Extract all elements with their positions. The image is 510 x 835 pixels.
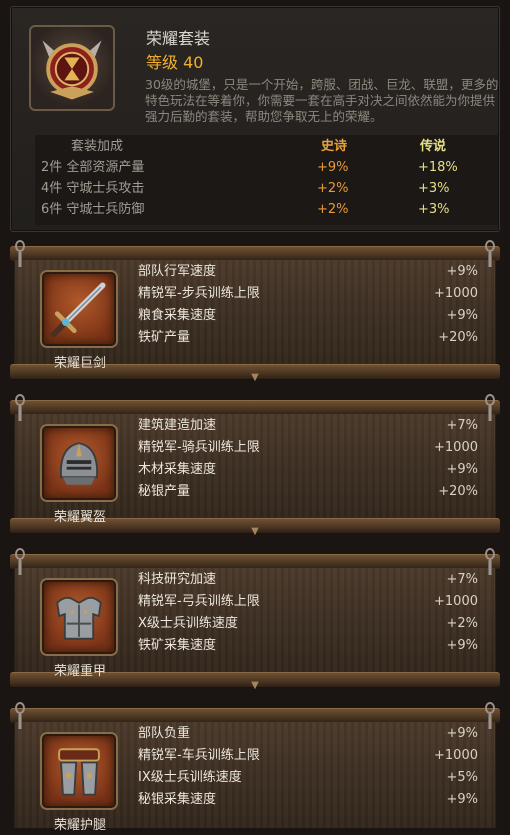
stat-name: X级士兵训练速度 <box>138 616 238 631</box>
equipment-card-greaves[interactable]: 荣耀护腿 部队负重 +9% 精锐军-车兵训练上限 +1000 IX级士兵训练速度… <box>10 702 500 835</box>
bonus-row: 2件 全部资源产量 +9% +18% <box>35 158 498 178</box>
stat-value: +9% <box>446 726 478 741</box>
stat-value: +20% <box>438 330 478 345</box>
stat-name: 秘银采集速度 <box>138 792 217 807</box>
stat-name: 粮食采集速度 <box>138 308 217 323</box>
stat-name: 秘银产量 <box>138 484 191 499</box>
stat-row: 部队负重 +9% <box>138 724 478 744</box>
item-name: 荣耀巨剑 <box>53 356 106 371</box>
chevron-down-icon: ▼ <box>251 372 259 383</box>
equipment-card-armor[interactable]: ▼ 荣耀重甲 科技研究加速 +7% 精锐军-弓兵训练上限 +1000 X级士兵训… <box>10 548 500 702</box>
stat-value: +9% <box>446 308 478 323</box>
item-name: 荣耀重甲 <box>53 664 106 679</box>
bonus-row-legendary: +3% <box>418 181 450 196</box>
stat-name: 铁矿采集速度 <box>138 638 217 653</box>
pin-icon <box>13 548 27 578</box>
stat-name: 部队行军速度 <box>138 264 217 279</box>
set-info-panel: 荣耀套装 等级 40 30级的城堡，只是一个开始，跨服、团战、巨龙、联盟，更多的… <box>10 6 500 232</box>
stat-row: 精锐军-骑兵训练上限 +1000 <box>138 438 478 458</box>
bonus-row-epic: +9% <box>317 160 349 175</box>
bonus-header-legendary: 传说 <box>420 139 447 154</box>
stat-value: +9% <box>446 462 478 477</box>
item-name: 荣耀护腿 <box>53 818 106 833</box>
pin-icon <box>483 548 497 578</box>
bonus-header-label: 套装加成 <box>71 139 124 154</box>
stat-row: 秘银采集速度 +9% <box>138 790 478 810</box>
stat-name: 精锐军-车兵训练上限 <box>138 748 260 763</box>
pin-icon <box>13 240 27 270</box>
helmet-icon[interactable] <box>42 426 116 500</box>
stat-row: 精锐军-步兵训练上限 +1000 <box>138 284 478 304</box>
greaves-icon[interactable] <box>42 734 116 808</box>
stat-value: +9% <box>446 638 478 653</box>
bonus-row-epic: +2% <box>317 181 349 196</box>
stat-row: 铁矿产量 +20% <box>138 328 478 348</box>
equipment-card-sword[interactable]: ▼ 荣耀巨剑 部队行军速度 +9% 精锐军-步兵训练上限 +1000 粮食采集速… <box>10 240 500 394</box>
stat-value: +1000 <box>434 748 478 763</box>
stat-value: +20% <box>438 484 478 499</box>
honor-emblem-icon <box>29 25 115 111</box>
stat-value: +1000 <box>434 440 478 455</box>
stat-row: 精锐军-车兵训练上限 +1000 <box>138 746 478 766</box>
pin-icon <box>13 702 27 732</box>
bonus-row-legendary: +3% <box>418 202 450 217</box>
stat-value: +9% <box>446 264 478 279</box>
stat-name: 精锐军-骑兵训练上限 <box>138 440 260 455</box>
bonus-row-legendary: +18% <box>418 160 458 175</box>
bonus-row: 4件 守城士兵攻击 +2% +3% <box>35 179 498 199</box>
armor-icon[interactable] <box>42 580 116 654</box>
stat-value: +5% <box>446 770 478 785</box>
stat-value: +9% <box>446 792 478 807</box>
pin-icon <box>13 394 27 424</box>
stat-row: 木材采集速度 +9% <box>138 460 478 480</box>
set-description: 30级的城堡，只是一个开始，跨服、团战、巨龙、联盟，更多的特色玩法在等着你，你需… <box>145 77 499 124</box>
stat-value: +7% <box>446 418 478 433</box>
set-bonus-table: 套装加成 史诗 传说 2件 全部资源产量 +9% +18% 4件 守城士兵攻击 … <box>35 135 498 225</box>
pin-icon <box>483 702 497 732</box>
set-title: 荣耀套装 <box>146 29 211 48</box>
bonus-header-epic: 史诗 <box>321 139 348 154</box>
bonus-row-label: 2件 全部资源产量 <box>41 160 145 175</box>
stat-value: +2% <box>446 616 478 631</box>
stat-name: 铁矿产量 <box>138 330 191 345</box>
stat-value: +1000 <box>434 594 478 609</box>
stat-row: 精锐军-弓兵训练上限 +1000 <box>138 592 478 612</box>
stat-name: 部队负重 <box>138 726 191 741</box>
bonus-row: 6件 守城士兵防御 +2% +3% <box>35 200 498 220</box>
stat-value: +1000 <box>434 286 478 301</box>
bonus-row-label: 4件 守城士兵攻击 <box>41 181 145 196</box>
stat-row: 铁矿采集速度 +9% <box>138 636 478 656</box>
stat-row: 秘银产量 +20% <box>138 482 478 502</box>
equipment-card-helmet[interactable]: ▼ 荣耀翼盔 建筑建造加速 +7% 精锐军-骑兵训练上限 +1000 木材采集速… <box>10 394 500 548</box>
chevron-down-icon: ▼ <box>251 680 259 691</box>
stat-name: 科技研究加速 <box>138 572 217 587</box>
pin-icon <box>483 240 497 270</box>
chevron-down-icon: ▼ <box>251 526 259 537</box>
stat-name: 木材采集速度 <box>138 462 217 477</box>
bonus-row-epic: +2% <box>317 202 349 217</box>
bonus-row-label: 6件 守城士兵防御 <box>41 202 145 217</box>
pin-icon <box>483 394 497 424</box>
stat-name: IX级士兵训练速度 <box>138 770 242 785</box>
stat-row: X级士兵训练速度 +2% <box>138 614 478 634</box>
stat-row: 建筑建造加速 +7% <box>138 416 478 436</box>
stat-name: 精锐军-弓兵训练上限 <box>138 594 260 609</box>
bonus-table-header: 套装加成 史诗 传说 <box>35 137 498 157</box>
stat-row: IX级士兵训练速度 +5% <box>138 768 478 788</box>
stat-row: 部队行军速度 +9% <box>138 262 478 282</box>
stat-row: 粮食采集速度 +9% <box>138 306 478 326</box>
sword-icon[interactable] <box>42 272 116 346</box>
item-name: 荣耀翼盔 <box>53 510 106 525</box>
stat-name: 精锐军-步兵训练上限 <box>138 286 260 301</box>
set-level: 等级 40 <box>146 53 204 72</box>
stat-row: 科技研究加速 +7% <box>138 570 478 590</box>
stat-name: 建筑建造加速 <box>138 418 217 433</box>
stat-value: +7% <box>446 572 478 587</box>
